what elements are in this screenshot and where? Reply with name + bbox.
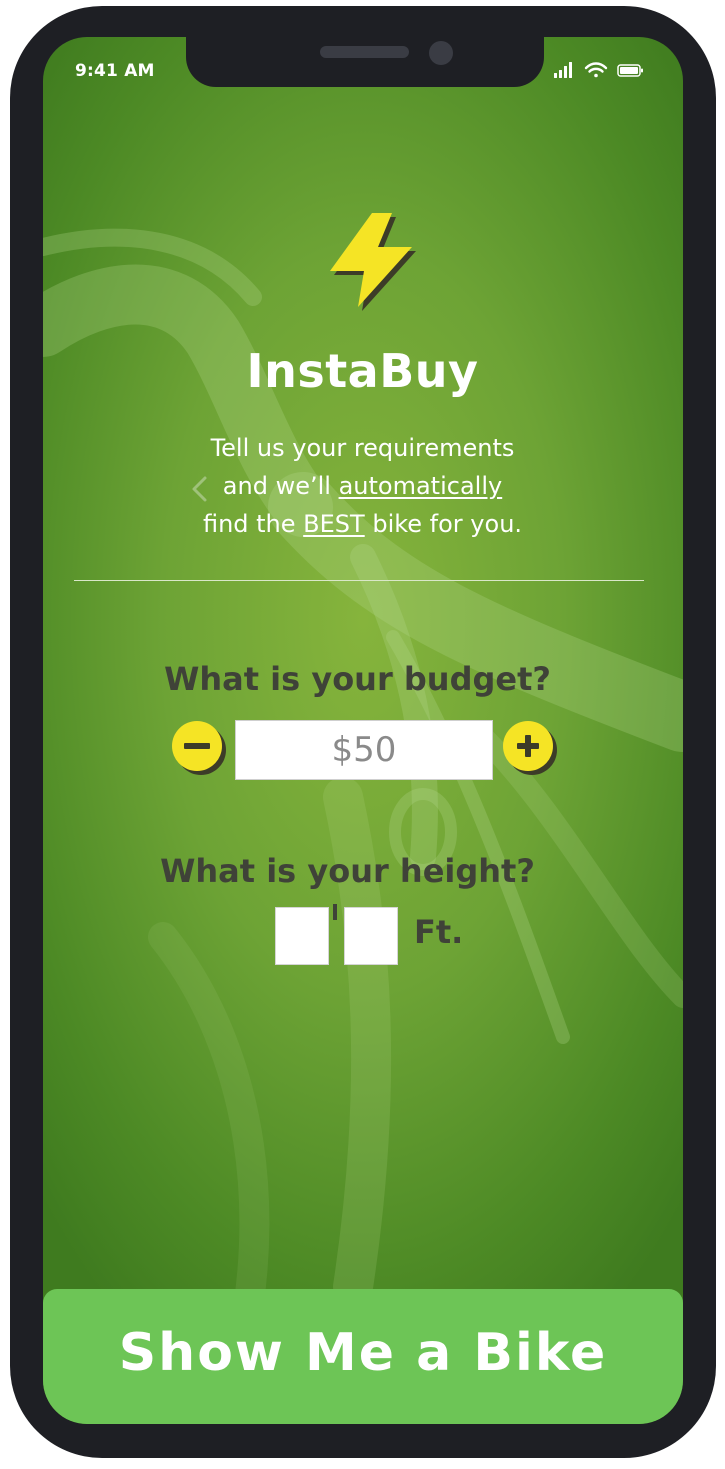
tagline-line-2: and we’ll automatically bbox=[150, 467, 575, 505]
minus-icon bbox=[184, 743, 210, 749]
tagline-line-3-prefix: find the bbox=[202, 510, 304, 538]
automatically-link: automatically bbox=[338, 472, 503, 500]
wifi-icon bbox=[584, 62, 608, 78]
feet-separator-mark bbox=[333, 904, 337, 920]
status-icons bbox=[554, 62, 643, 78]
plus-icon bbox=[517, 735, 539, 757]
tagline-line-2-prefix: and we’ll bbox=[222, 472, 339, 500]
tagline-line-3-suffix: bike for you. bbox=[364, 510, 523, 538]
decrease-budget-button[interactable] bbox=[172, 721, 222, 771]
tagline-line-1: Tell us your requirements bbox=[210, 434, 515, 462]
height-feet-input[interactable] bbox=[275, 907, 329, 965]
show-me-a-bike-button[interactable]: Show Me a Bike bbox=[43, 1289, 683, 1424]
app-title: InstaBuy bbox=[246, 344, 479, 398]
budget-input[interactable]: $50 bbox=[235, 720, 493, 780]
device-notch bbox=[186, 37, 544, 87]
battery-icon bbox=[617, 64, 643, 77]
lightning-bolt-icon bbox=[330, 213, 416, 311]
tagline: Tell us your requirements and we’ll auto… bbox=[150, 429, 575, 543]
speaker-grille bbox=[320, 46, 409, 58]
tagline-line-3: find the BEST bike for you. bbox=[150, 505, 575, 543]
budget-question: What is your budget? bbox=[164, 660, 551, 698]
height-question: What is your height? bbox=[160, 852, 535, 890]
cellular-signal-icon bbox=[554, 62, 572, 78]
best-emphasis: BEST bbox=[303, 510, 365, 538]
height-inches-input[interactable] bbox=[344, 907, 398, 965]
front-camera bbox=[429, 41, 453, 65]
height-unit-label: Ft. bbox=[414, 913, 464, 951]
increase-budget-button[interactable] bbox=[503, 721, 553, 771]
section-divider bbox=[74, 580, 644, 581]
status-time: 9:41 AM bbox=[75, 61, 155, 81]
